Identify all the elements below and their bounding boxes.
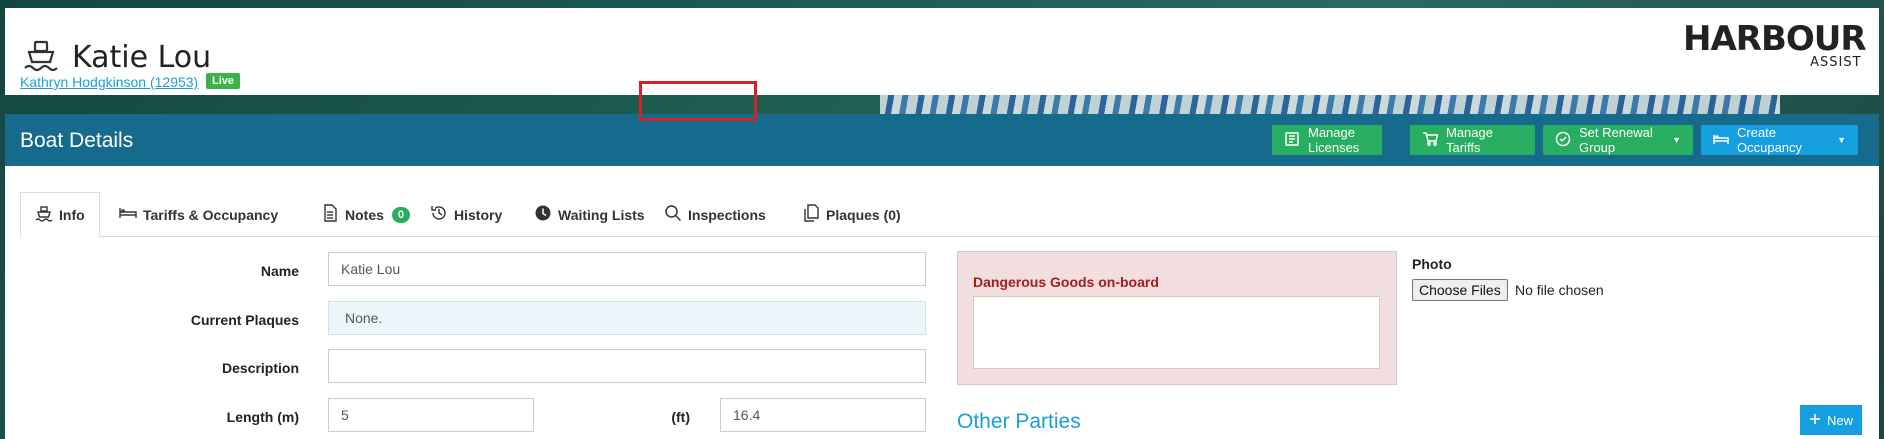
history-icon [430, 204, 448, 225]
tab-tariffs-occupancy[interactable]: Tariffs & Occupancy [105, 192, 292, 237]
dangerous-goods-textarea[interactable] [973, 296, 1380, 369]
check-circle-icon [1555, 131, 1571, 150]
copy-icon [802, 204, 820, 225]
plus-icon [1809, 413, 1821, 428]
tab-bar: Info Tariffs & Occupancy Notes 0 History [20, 192, 1879, 238]
dangerous-goods-panel: Dangerous Goods on-board [957, 251, 1397, 385]
bed-icon [119, 204, 137, 225]
length-m-input[interactable]: 5 [328, 398, 534, 432]
create-occupancy-button[interactable]: Create Occupancy ▼ [1701, 125, 1858, 155]
search-icon [664, 204, 682, 225]
tab-waiting-lists-label: Waiting Lists [558, 206, 645, 223]
tab-plaques-label: Plaques (0) [826, 206, 901, 223]
description-label: Description [221, 360, 299, 376]
tab-waiting-lists[interactable]: Waiting Lists [520, 192, 659, 237]
tab-inspections-label: Inspections [688, 206, 766, 223]
tab-info-label: Info [59, 207, 85, 223]
other-parties-heading: Other Parties [957, 410, 1081, 433]
length-ft-label: (ft) [671, 409, 690, 425]
set-renewal-group-button[interactable]: Set Renewal Group ▼ [1543, 125, 1693, 155]
tab-history-label: History [454, 206, 503, 223]
set-renewal-group-label: Set Renewal Group [1579, 125, 1653, 155]
length-m-label: Length (m) [226, 409, 299, 425]
tab-plaques[interactable]: Plaques (0) [788, 192, 915, 237]
chevron-down-icon: ▼ [1837, 135, 1846, 145]
page-title: Katie Lou [72, 40, 212, 75]
tab-history[interactable]: History [416, 192, 516, 237]
manage-licenses-button[interactable]: Manage Licenses [1272, 125, 1382, 155]
owner-link[interactable]: Kathryn Hodgkinson (12953) [20, 74, 198, 90]
new-party-button[interactable]: New [1800, 405, 1862, 435]
manage-licenses-label: Manage Licenses [1308, 125, 1360, 155]
clock-icon [534, 204, 552, 225]
panel-title: Boat Details [20, 129, 134, 152]
harbour-assist-logo[interactable]: HARBOUR ASSIST [1683, 19, 1867, 69]
photo-label: Photo [1412, 256, 1452, 272]
manage-tariffs-label: Manage Tariffs [1446, 125, 1493, 155]
cart-icon [1422, 131, 1439, 150]
description-input[interactable] [328, 349, 926, 383]
tab-notes-label: Notes [345, 206, 384, 223]
tab-info[interactable]: Info [20, 192, 100, 238]
notes-count-badge: 0 [391, 206, 411, 223]
name-label: Name [260, 263, 299, 279]
status-badge: Live [206, 73, 241, 89]
chevron-down-icon: ▼ [1672, 135, 1681, 145]
page-header: Katie Lou Kathryn Hodgkinson (12953) Liv… [5, 8, 1879, 95]
bed-icon [1713, 131, 1729, 150]
choose-files-button[interactable]: Choose Files [1412, 279, 1508, 301]
boat-icon [35, 205, 53, 226]
new-button-label: New [1826, 412, 1853, 428]
panel-header: Boat Details Manage Licenses Manage Tari… [5, 114, 1879, 166]
length-ft-input[interactable]: 16.4 [720, 398, 926, 432]
name-input[interactable]: Katie Lou [328, 252, 926, 286]
tab-tariffs-occupancy-label: Tariffs & Occupancy [143, 206, 279, 223]
boat-icon [21, 36, 61, 76]
license-icon [1284, 131, 1300, 150]
current-plaques-label: Current Plaques [190, 312, 299, 328]
create-occupancy-label: Create Occupancy [1737, 125, 1803, 155]
tab-notes[interactable]: Notes 0 [307, 192, 424, 237]
manage-tariffs-button[interactable]: Manage Tariffs [1410, 125, 1535, 155]
document-icon [321, 204, 339, 225]
tab-inspections[interactable]: Inspections [650, 192, 780, 237]
dangerous-goods-label: Dangerous Goods on-board [973, 274, 1159, 290]
current-plaques-value: None. [328, 301, 926, 335]
logo-main-text: HARBOUR [1683, 19, 1867, 59]
file-status-text: No file chosen [1515, 282, 1604, 298]
